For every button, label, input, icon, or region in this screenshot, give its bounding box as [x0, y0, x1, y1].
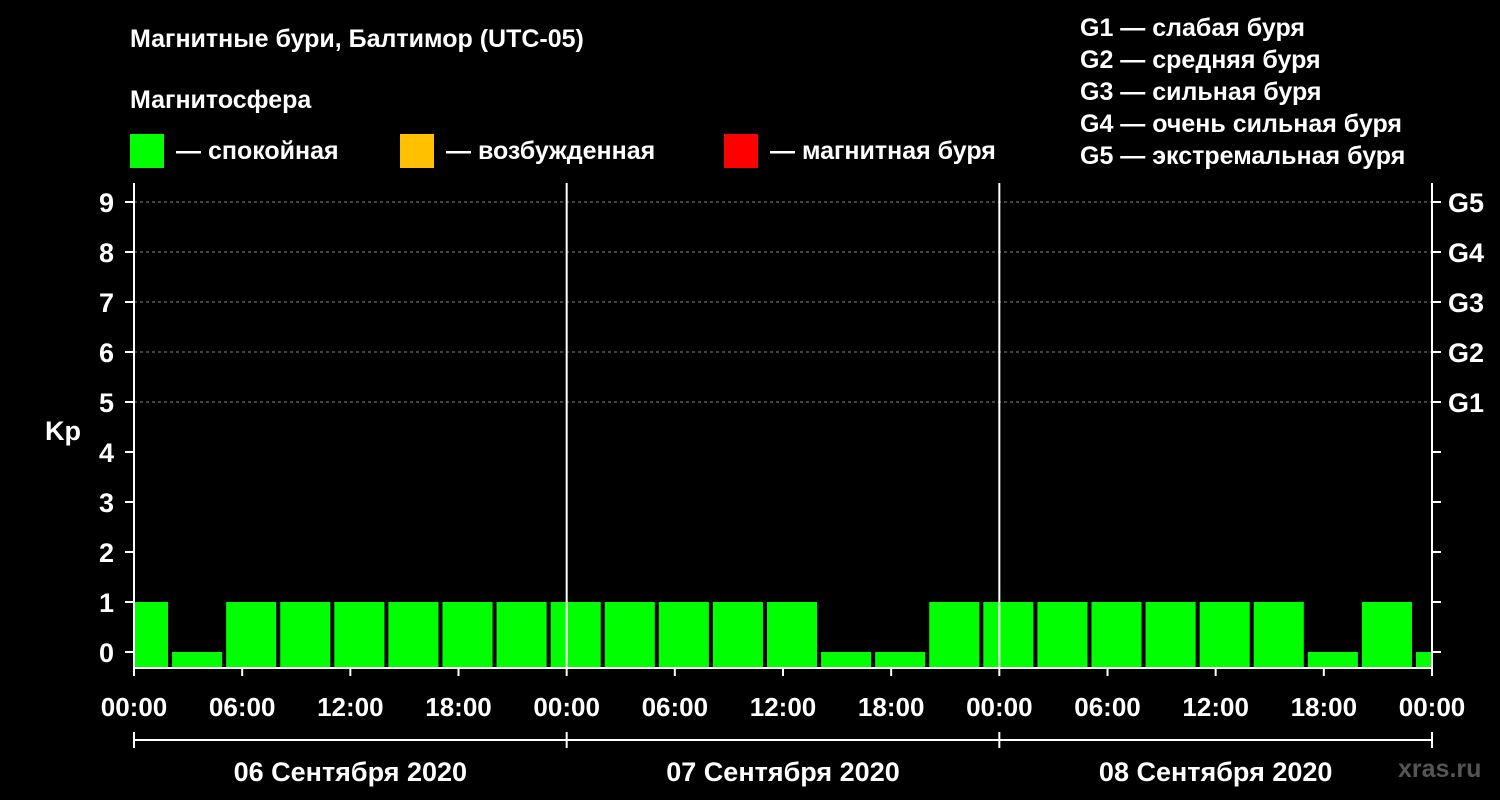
day-label: 07 Сентября 2020 — [666, 757, 899, 787]
day-label: 08 Сентября 2020 — [1099, 757, 1332, 787]
kp-bar — [226, 602, 277, 668]
kp-bar — [1037, 602, 1088, 668]
g-tick-label: G1 — [1448, 388, 1484, 418]
kp-bar — [1253, 602, 1304, 668]
kp-bar — [821, 652, 872, 668]
y-tick-label: 0 — [99, 638, 114, 668]
g-tick-label: G5 — [1448, 188, 1484, 218]
x-tick-label: 18:00 — [1291, 692, 1358, 722]
kp-bar — [1199, 602, 1250, 668]
kp-bar — [134, 602, 169, 668]
x-tick-label: 12:00 — [317, 692, 384, 722]
y-tick-label: 8 — [99, 238, 114, 268]
watermark: xras.ru — [1398, 755, 1482, 783]
kp-bar — [496, 602, 547, 668]
kp-bar — [929, 602, 980, 668]
kp-bar — [280, 602, 331, 668]
kp-bar — [1145, 602, 1196, 668]
g-tick-label: G3 — [1448, 288, 1484, 318]
kp-bar — [1361, 602, 1412, 668]
y-tick-label: 3 — [99, 488, 114, 518]
x-tick-label: 00:00 — [1399, 692, 1466, 722]
x-tick-label: 06:00 — [1074, 692, 1141, 722]
kp-bar — [1091, 602, 1142, 668]
kp-bar — [875, 652, 926, 668]
x-tick-label: 18:00 — [858, 692, 925, 722]
kp-bar — [388, 602, 439, 668]
kp-bar — [983, 602, 1034, 668]
kp-bar — [442, 602, 493, 668]
y-tick-label: 7 — [99, 288, 114, 318]
y-tick-label: 4 — [99, 438, 114, 468]
y-axis-label: Kp — [45, 416, 81, 446]
g-tick-label: G2 — [1448, 338, 1484, 368]
x-tick-label: 00:00 — [533, 692, 600, 722]
kp-bar — [1307, 652, 1358, 668]
g-tick-label: G4 — [1448, 238, 1484, 268]
y-tick-label: 6 — [99, 338, 114, 368]
day-label: 06 Сентября 2020 — [234, 757, 467, 787]
kp-bar — [1415, 652, 1432, 668]
x-tick-label: 18:00 — [425, 692, 492, 722]
kp-bar — [550, 602, 601, 668]
y-tick-label: 5 — [99, 388, 114, 418]
x-tick-label: 12:00 — [1182, 692, 1249, 722]
kp-bar — [334, 602, 385, 668]
x-tick-label: 12:00 — [750, 692, 817, 722]
y-tick-label: 1 — [99, 588, 114, 618]
kp-bar — [604, 602, 655, 668]
y-tick-label: 2 — [99, 538, 114, 568]
kp-bar — [658, 602, 709, 668]
x-tick-label: 06:00 — [209, 692, 276, 722]
x-tick-label: 06:00 — [642, 692, 709, 722]
x-tick-label: 00:00 — [101, 692, 168, 722]
kp-bar — [172, 652, 223, 668]
y-tick-label: 9 — [99, 188, 114, 218]
kp-bar — [712, 602, 763, 668]
kp-bar — [766, 602, 818, 668]
kp-chart: 0 1 2 3 4 5 6 7 8 9 G1 G2 G3 G4 G5 Kp 00:00 06:00 12:00 18:… — [45, 183, 1484, 787]
x-tick-label: 00:00 — [966, 692, 1033, 722]
